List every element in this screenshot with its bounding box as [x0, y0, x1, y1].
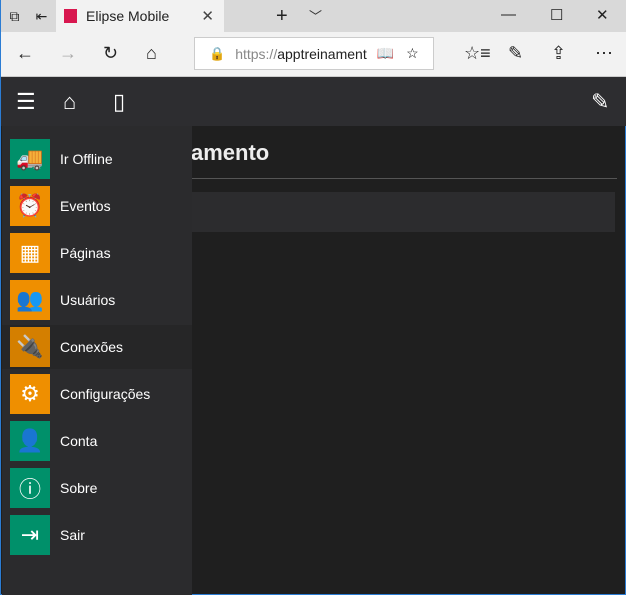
browser-toolbar: ← → ↻ ⌂ 🔒 https:// apptreinament 📖 ☆ ☆≡ … [1, 32, 626, 77]
plug-icon: 🔌 [10, 327, 50, 367]
tab-title: Elipse Mobile [86, 8, 170, 24]
app-header: ☰ ⌂ ▯ ✎ [1, 77, 626, 126]
content-panel [191, 192, 615, 232]
menu-item-label: Ir Offline [60, 151, 113, 167]
menu-icon[interactable]: ☰ [16, 89, 36, 115]
menu-item-conexoes[interactable]: 🔌 Conexões [2, 325, 192, 369]
device-icon[interactable]: ▯ [113, 89, 125, 115]
pages-icon: ▦ [10, 233, 50, 273]
pen-icon[interactable]: ✎ [508, 43, 523, 64]
menu-item-usuarios[interactable]: 👥 Usuários [2, 278, 192, 322]
elipse-favicon-icon [64, 9, 77, 23]
exit-door-icon: ⇥ [10, 515, 50, 555]
menu-item-iroffline[interactable]: 🚚 Ir Offline [2, 137, 192, 181]
home-icon[interactable]: ⌂ [146, 43, 157, 64]
divider [191, 178, 617, 179]
new-tab-icon[interactable]: + [276, 5, 288, 28]
home-icon[interactable]: ⌂ [63, 89, 76, 115]
address-bar[interactable]: 🔒 https:// apptreinament 📖 ☆ [194, 37, 434, 70]
tab-actions-icon[interactable]: ⧉ [1, 0, 28, 32]
menu-item-paginas[interactable]: ▦ Páginas [2, 231, 192, 275]
back-icon[interactable]: ← [16, 43, 34, 64]
set-aside-tabs-icon[interactable]: ⇤ [28, 0, 55, 32]
menu-item-label: Configurações [60, 386, 151, 402]
menu-item-configuracoes[interactable]: ⚙ Configurações [2, 372, 192, 416]
menu-item-label: Páginas [60, 245, 111, 261]
favorites-icon[interactable]: ☆≡ [464, 43, 491, 64]
page-title: amento [191, 140, 270, 165]
url-protocol: https:// [235, 45, 278, 62]
more-icon[interactable]: ⋯ [595, 43, 613, 64]
edit-pencil-icon[interactable]: ✎ [591, 89, 609, 115]
forward-icon[interactable]: → [59, 43, 77, 64]
alarm-clock-icon: ⏰ [10, 186, 50, 226]
info-icon: ⓘ [10, 468, 50, 508]
truck-icon: 🚚 [10, 139, 50, 179]
user-icon: 👤 [10, 421, 50, 461]
menu-item-label: Sobre [60, 480, 98, 496]
menu-item-sobre[interactable]: ⓘ Sobre [2, 466, 192, 510]
menu-item-label: Conta [60, 433, 98, 449]
users-icon: 👥 [10, 280, 50, 320]
menu-item-conta[interactable]: 👤 Conta [2, 419, 192, 463]
menu-item-label: Conexões [60, 339, 124, 355]
menu-item-eventos[interactable]: ⏰ Eventos [2, 184, 192, 228]
tab-bar: ⧉ ⇤ Elipse Mobile ✕ + ﹀ — ☐ ✕ [1, 0, 626, 32]
share-icon[interactable]: ⇪ [551, 43, 566, 64]
menu-item-label: Usuários [60, 292, 116, 308]
lock-icon: 🔒 [209, 45, 226, 61]
browser-tab[interactable]: Elipse Mobile ✕ [56, 0, 224, 32]
star-icon[interactable]: ☆ [406, 45, 419, 62]
menu-item-label: Eventos [60, 198, 111, 214]
maximize-icon[interactable]: ☐ [550, 6, 563, 24]
menu-item-label: Sair [60, 527, 85, 543]
close-tab-icon[interactable]: ✕ [201, 7, 214, 25]
minimize-icon[interactable]: — [501, 6, 516, 23]
chevron-down-icon[interactable]: ﹀ [309, 6, 322, 25]
refresh-icon[interactable]: ↻ [103, 43, 118, 64]
url-host: apptreinament [277, 45, 367, 62]
close-window-icon[interactable]: ✕ [596, 6, 609, 24]
reading-view-icon[interactable]: 📖 [377, 45, 394, 62]
gear-icon: ⚙ [10, 374, 50, 414]
menu-item-sair[interactable]: ⇥ Sair [2, 513, 192, 557]
side-menu: 🚚 Ir Offline ⏰ Eventos ▦ Páginas 👥 Usuários 🔌 Con… [2, 126, 192, 595]
